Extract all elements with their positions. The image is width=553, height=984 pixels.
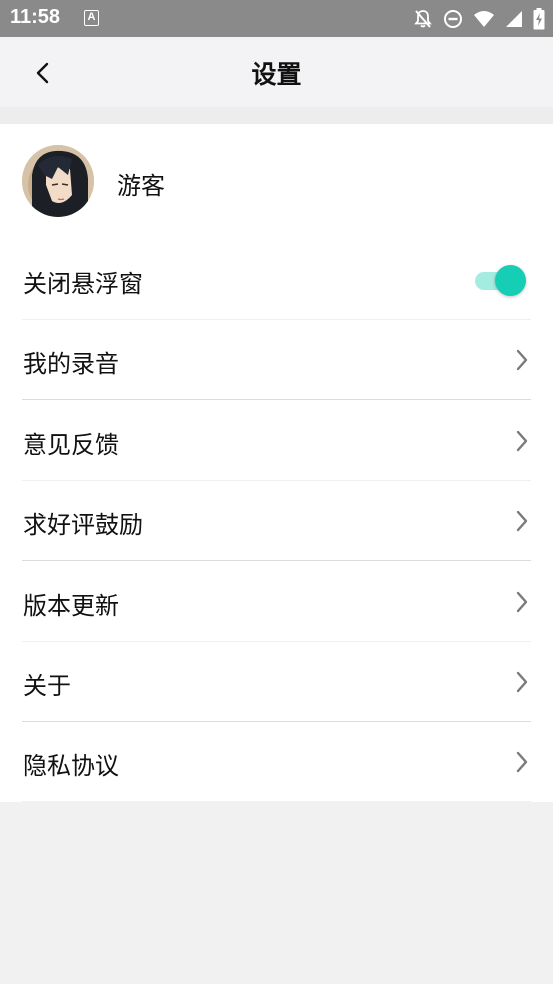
chevron-right-icon — [516, 510, 528, 532]
header-separator — [0, 107, 553, 124]
chevron-right-icon — [516, 591, 528, 613]
chevron-right-icon — [516, 671, 528, 693]
status-bar: 11:58 A — [0, 0, 553, 37]
avatar[interactable] — [22, 145, 94, 217]
divider — [22, 801, 531, 802]
settings-item-about[interactable]: 关于 — [0, 642, 553, 722]
wifi-icon — [474, 11, 494, 27]
float-window-label: 关闭悬浮窗 — [23, 270, 143, 298]
page-title: 设置 — [251, 60, 302, 89]
settings-item-recordings[interactable]: 我的录音 — [0, 320, 553, 400]
username: 游客 — [117, 172, 165, 200]
settings-item-label: 隐私协议 — [23, 752, 119, 780]
divider — [22, 399, 531, 400]
do-not-disturb-icon — [444, 10, 462, 28]
chevron-right-icon — [516, 430, 528, 452]
battery-charging-icon — [533, 8, 545, 30]
toggle-knob — [495, 265, 526, 296]
chevron-right-icon — [516, 349, 528, 371]
avatar-image — [22, 145, 94, 217]
divider — [22, 560, 531, 561]
settings-item-label: 意见反馈 — [23, 431, 119, 459]
settings-card: 游客 关闭悬浮窗 我的录音 意见反馈 求好评鼓励 版本更新 关于 隐私协议 — [0, 124, 553, 802]
settings-item-feedback[interactable]: 意见反馈 — [0, 401, 553, 481]
settings-item-label: 我的录音 — [23, 350, 119, 378]
signal-icon — [506, 11, 522, 27]
settings-item-label: 版本更新 — [23, 592, 119, 620]
chevron-right-icon — [516, 751, 528, 773]
profile-row[interactable]: 游客 — [0, 124, 553, 238]
notification-a-icon: A — [84, 10, 99, 26]
settings-item-privacy[interactable]: 隐私协议 — [0, 722, 553, 802]
settings-item-label: 求好评鼓励 — [23, 511, 143, 539]
notifications-off-icon — [414, 10, 432, 28]
float-window-toggle[interactable] — [475, 263, 527, 297]
title-bar: 设置 — [0, 37, 553, 107]
status-icons — [413, 8, 545, 30]
status-time: 11:58 — [10, 6, 61, 28]
settings-item-label: 关于 — [23, 672, 71, 700]
settings-item-rate-us[interactable]: 求好评鼓励 — [0, 481, 553, 561]
settings-item-update[interactable]: 版本更新 — [0, 562, 553, 642]
float-window-row: 关闭悬浮窗 — [0, 240, 553, 320]
